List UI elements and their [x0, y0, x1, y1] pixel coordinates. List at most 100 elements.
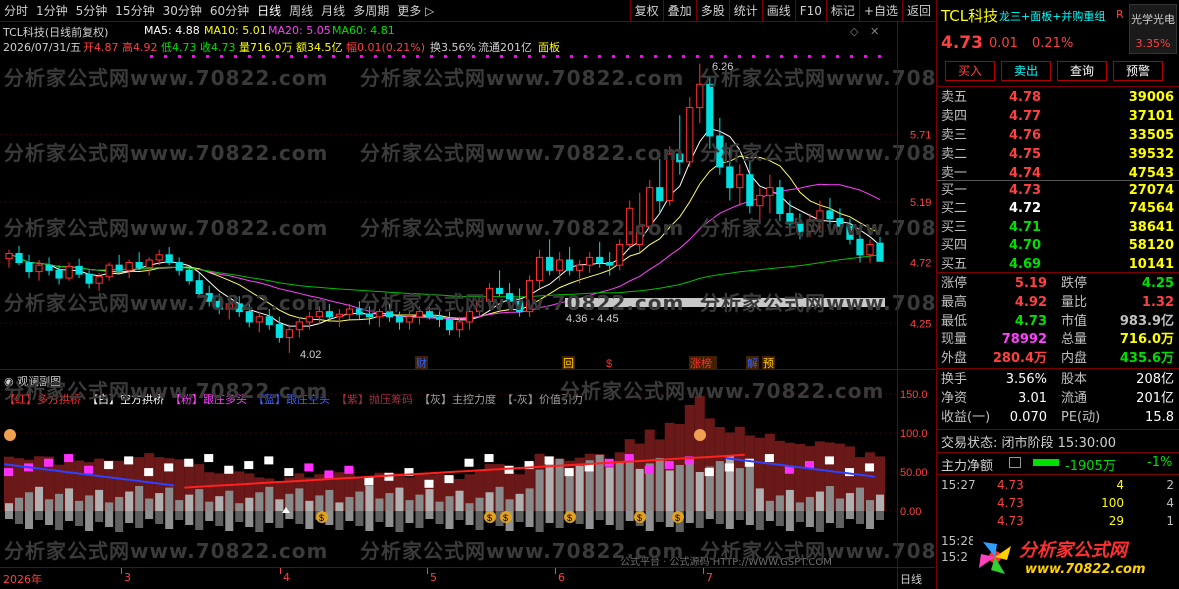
bid-row[interactable]: 买二 4.72 74564 — [937, 199, 1179, 218]
watermark-text: 分析家公式网www.70822.com — [360, 291, 685, 315]
concept-box[interactable]: 光学光电 3.35% — [1129, 4, 1177, 54]
toolbar-tool-button[interactable]: 叠加 — [662, 0, 696, 22]
bridge-marker — [64, 454, 74, 463]
gravity-bar — [595, 511, 604, 520]
period-label[interactable]: 日线 — [900, 571, 922, 587]
signal-dot — [486, 55, 489, 58]
bid-row[interactable]: 买三 4.71 38641 — [937, 218, 1179, 237]
buy-button[interactable]: 买入 — [945, 61, 995, 81]
trade-state: 交易状态: 闭市阶段 15:30:00 — [941, 436, 1117, 451]
stat-row: 外盘 280.4万 内盘 435.6万 — [937, 349, 1179, 368]
bid-row[interactable]: 买四 4.70 58120 — [937, 236, 1179, 255]
event-marker[interactable]: 涨榜 — [690, 356, 712, 370]
signal-dot — [654, 55, 657, 58]
control-bar — [35, 486, 44, 511]
watermark-text: 分析家公式网www.70822.com — [360, 216, 685, 240]
toolbar-tool-button[interactable]: 返回 — [901, 0, 935, 22]
signal-dot — [178, 55, 181, 58]
toolbar-tool-button[interactable]: +自选 — [858, 0, 902, 22]
event-marker[interactable]: 财 — [416, 356, 427, 370]
candle — [285, 324, 293, 353]
period-tab[interactable]: 日线 — [253, 0, 285, 22]
alert-button[interactable]: 预警 — [1113, 61, 1163, 81]
bid-label: 买五 — [941, 256, 968, 272]
bid-row[interactable]: 买五 4.69 10141 — [937, 255, 1179, 274]
stat-row: 最低 4.73 市值 983.9亿 — [937, 312, 1179, 331]
control-bar — [315, 495, 324, 511]
signal-dot — [388, 55, 391, 58]
doc-icon[interactable] — [1009, 457, 1021, 468]
ask-label: 卖五 — [941, 90, 968, 105]
signal-dot — [150, 55, 153, 58]
stat-value: 201亿 — [1136, 391, 1174, 406]
toolbar-tool-button[interactable]: F10 — [794, 0, 826, 22]
stock-terminal: 分时 1分钟 5分钟 15分钟 30分钟 60分钟 日线 周线 月线 多周期 更多 ▷ 复权 叠加 多股统… — [0, 0, 1179, 589]
period-tab[interactable]: 分时 — [0, 0, 32, 22]
gravity-bar — [5, 511, 14, 519]
period-tab[interactable]: 更多 ▷ — [393, 0, 438, 22]
bid-volume: 38641 — [1128, 219, 1174, 235]
gravity-bar — [175, 511, 184, 520]
ask-row[interactable]: 卖二 4.75 39532 — [937, 145, 1179, 164]
control-bar — [85, 495, 94, 511]
period-tab[interactable]: 30分钟 — [159, 0, 206, 22]
bridge-marker — [644, 465, 654, 474]
bridge-marker — [724, 463, 734, 472]
y-tick-label: 5.19 — [910, 197, 931, 209]
period-tab[interactable]: 周线 — [285, 0, 317, 22]
ask-row[interactable]: 卖四 4.77 37101 — [937, 107, 1179, 126]
period-tab[interactable]: 5分钟 — [72, 0, 112, 22]
toolbar-tool-button[interactable]: 复权 — [629, 0, 663, 22]
event-marker[interactable]: 回 — [563, 357, 574, 370]
r-badge: R — [1116, 8, 1124, 21]
event-marker[interactable]: 解 — [747, 356, 758, 370]
toolbar-tool-button[interactable]: 画线 — [761, 0, 795, 22]
main-chart[interactable]: TCL科技(日线前复权) MA5: 4.88 MA10: 5.01 MA20: … — [0, 22, 1023, 370]
event-marker[interactable]: $ — [606, 358, 612, 370]
ask-row[interactable]: 卖三 4.76 33505 — [937, 126, 1179, 145]
x-axis: 2026年 3 4 5 6 7 日线 — [0, 567, 935, 589]
stat-row: 收益(一) 0.070 PE(动) 15.8 — [937, 408, 1179, 427]
event-marker[interactable]: 预 — [763, 357, 774, 370]
candle — [616, 239, 624, 271]
toolbar-tool-button[interactable]: 多股 — [695, 0, 729, 22]
control-bar — [115, 496, 124, 511]
stat-label: 换手 — [941, 372, 968, 387]
sell-button[interactable]: 卖出 — [1001, 61, 1051, 81]
period-tab[interactable]: 1分钟 — [32, 0, 72, 22]
gravity-bar — [215, 511, 224, 526]
period-tab[interactable]: 60分钟 — [206, 0, 253, 22]
period-tab[interactable]: 月线 — [317, 0, 349, 22]
bridge-marker — [44, 458, 54, 467]
period-tab[interactable]: 15分钟 — [111, 0, 158, 22]
period-tab[interactable]: 多周期 — [349, 0, 393, 22]
candle — [866, 239, 874, 263]
query-button[interactable]: 查询 — [1057, 61, 1107, 81]
control-bar — [635, 468, 644, 511]
stat-value: 78992 — [1001, 332, 1047, 348]
sub-chart[interactable]: ◉ 观澜副图 【红】多方拱桥 【白】空方拱桥 【粉】跟庄多头 【蓝】跟庄空头 【紫】抛压… — [0, 371, 1023, 568]
toolbar-tool-button[interactable]: 统计 — [728, 0, 762, 22]
signal-dot — [500, 55, 503, 58]
stock-tags[interactable]: 龙三+面板+并购重组 — [999, 8, 1105, 24]
gravity-bar — [465, 511, 474, 525]
signal-dot — [514, 55, 517, 58]
bridge-marker — [764, 454, 774, 463]
site-logo: 分析家公式网 www.70822.com — [973, 530, 1178, 584]
toolbar-tool-button[interactable]: 标记 — [825, 0, 859, 22]
gravity-bar — [535, 511, 544, 532]
stock-name[interactable]: TCL科技 — [941, 5, 998, 26]
control-bar — [455, 490, 464, 511]
signal-dot — [668, 55, 671, 58]
gravity-bar — [275, 511, 284, 528]
candle — [125, 259, 133, 279]
x-tick-label: 7 — [706, 571, 713, 584]
control-bar — [685, 459, 694, 511]
ask-row[interactable]: 卖五 4.78 39006 — [937, 88, 1179, 107]
gravity-bar — [785, 511, 794, 531]
gravity-bar — [425, 511, 434, 519]
control-bar — [325, 489, 334, 511]
signal-dot — [864, 55, 867, 58]
bid-row[interactable]: 买一 4.73 27074 — [937, 181, 1179, 200]
gravity-bar — [205, 511, 214, 521]
